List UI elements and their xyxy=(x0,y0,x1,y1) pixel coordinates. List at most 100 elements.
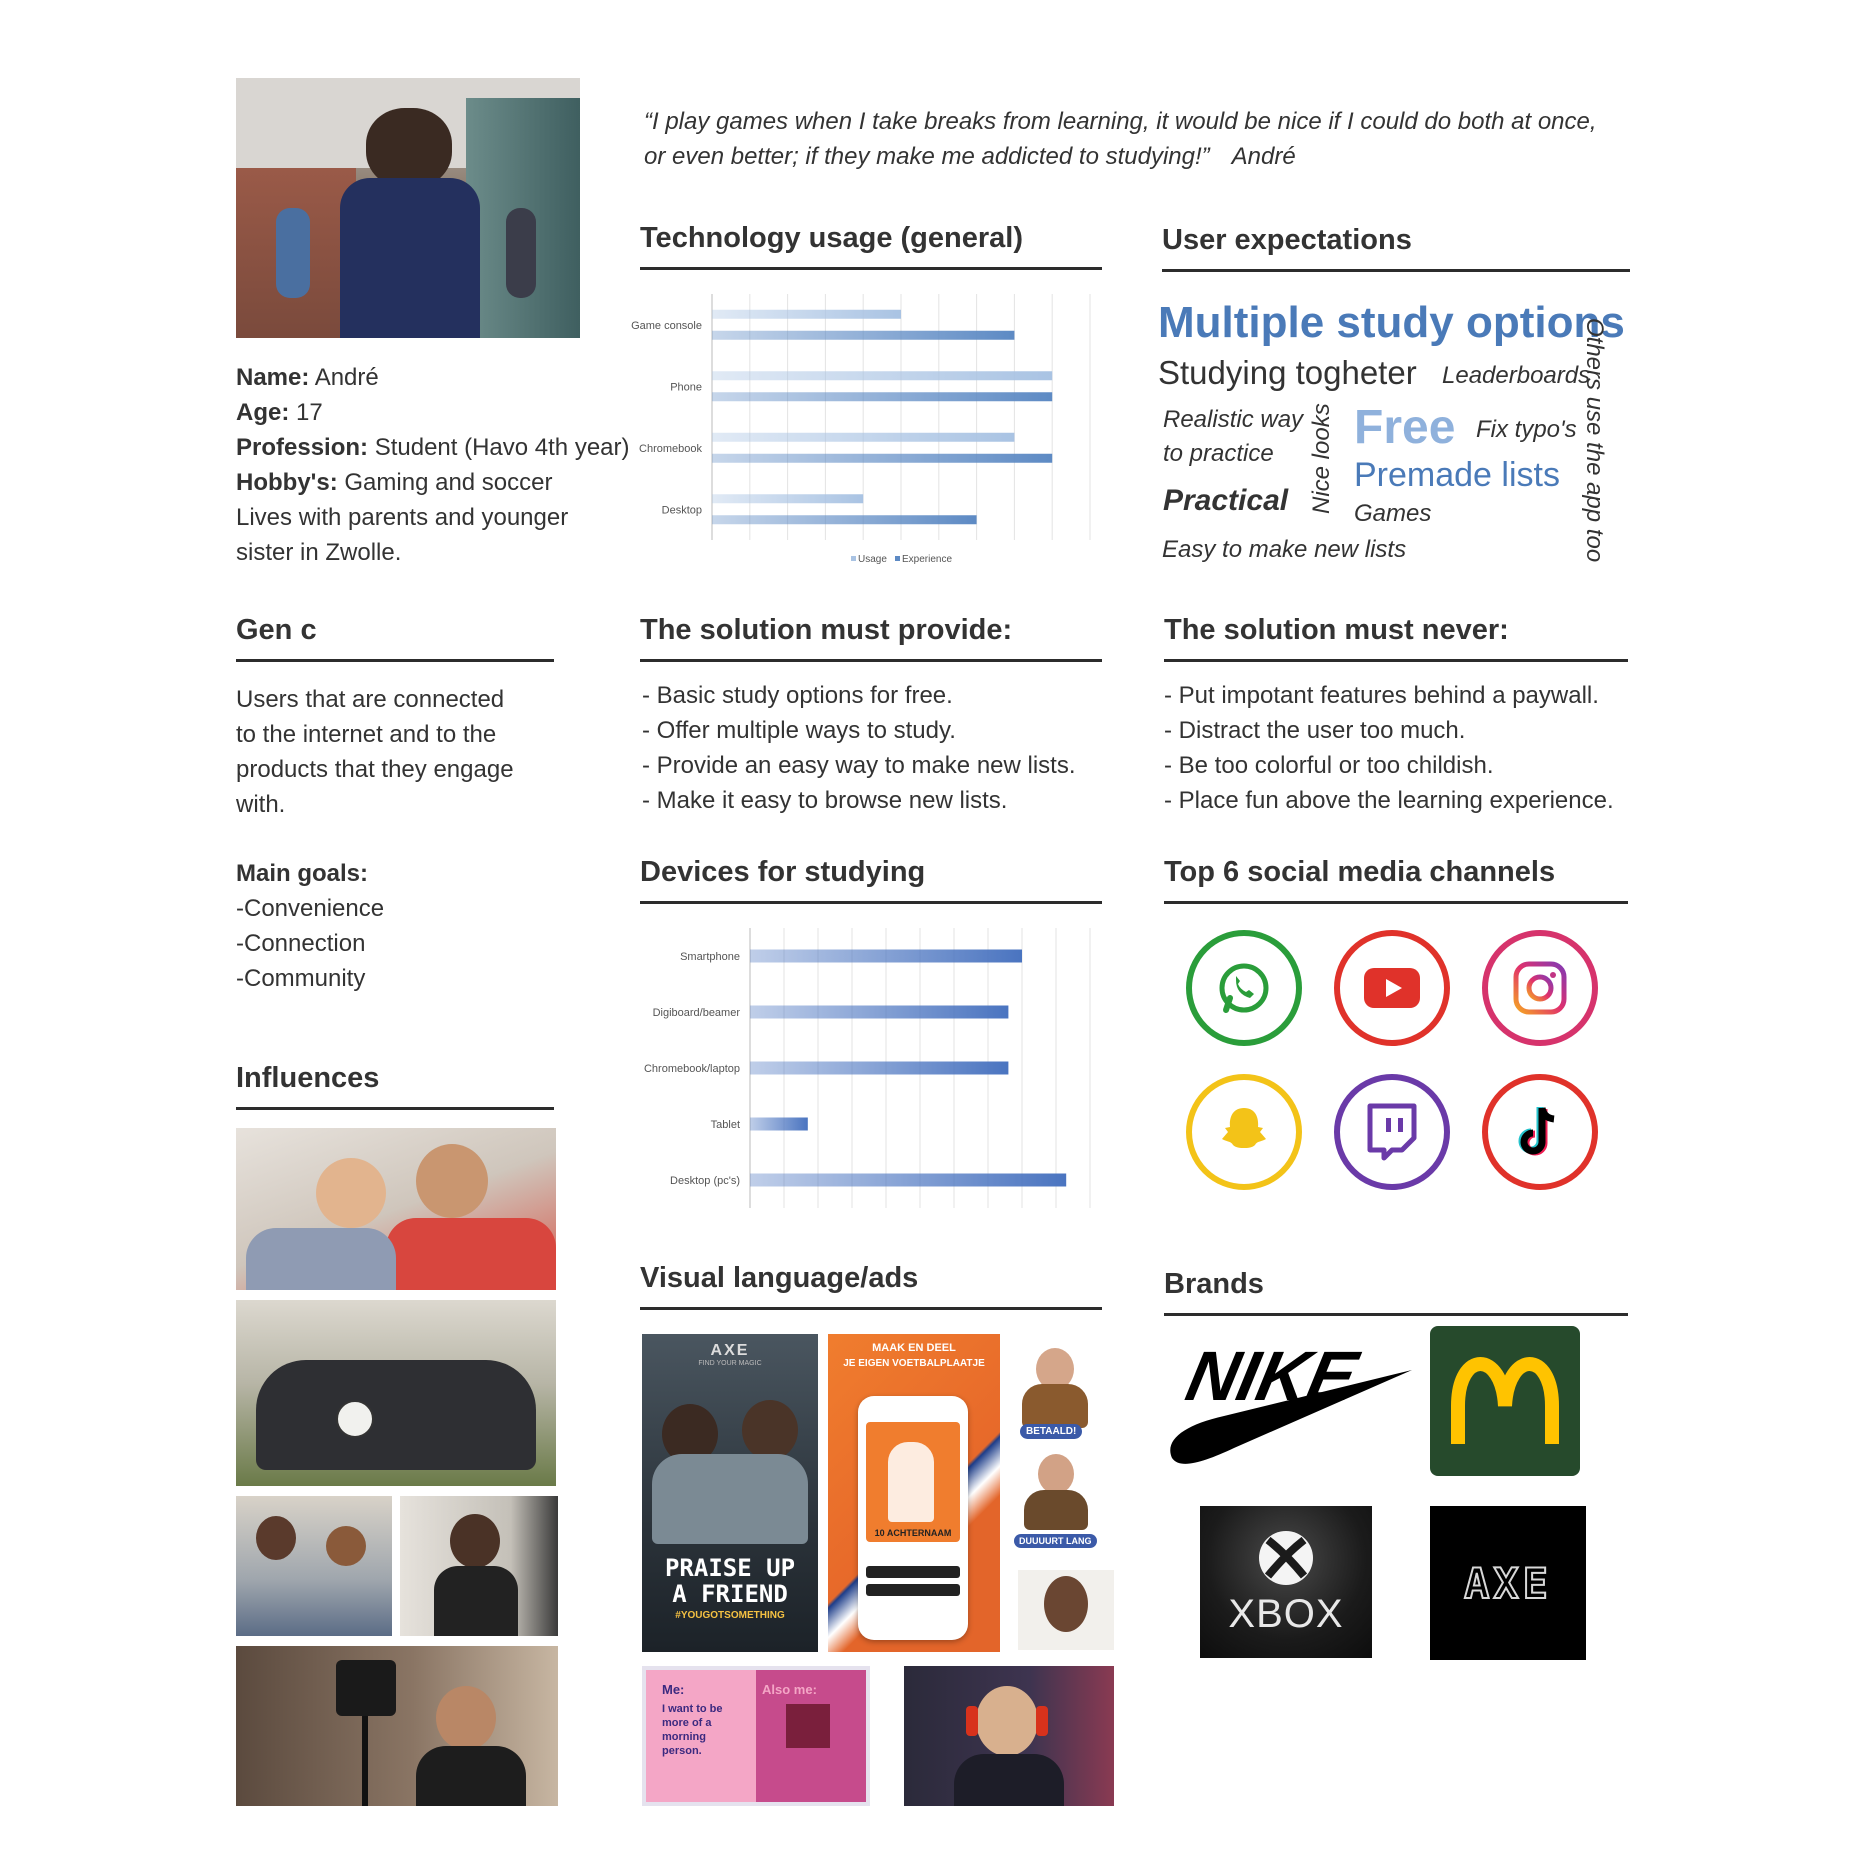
word-nice-looks: Nice looks xyxy=(1308,403,1335,514)
ad-spotify-also: Also me: xyxy=(762,1682,817,1697)
instagram-icon xyxy=(1482,930,1598,1046)
must-never-list: - Put impotant features behind a paywall… xyxy=(1164,678,1614,818)
ad-sticker-duurt-label: DUUUURT LANG xyxy=(1014,1534,1097,1548)
word-studying-together: Studying togheter xyxy=(1158,354,1417,391)
list-item: - Offer multiple ways to study. xyxy=(642,717,956,744)
heading-devices: Devices for studying xyxy=(640,856,1102,904)
ad-spotify-morning: Me: I want to be more of a morning perso… xyxy=(642,1666,870,1806)
bar xyxy=(712,330,1015,340)
whatsapp-icon xyxy=(1186,930,1302,1046)
brand-axe-wordmark: AXE xyxy=(1463,1558,1552,1609)
brand-nike-logo: NIKE xyxy=(1164,1330,1414,1480)
ad-sticker-duurt-lang: DUUUURT LANG xyxy=(1008,1450,1102,1554)
influence-photo-friends-reading xyxy=(236,1496,392,1636)
tick-label: Tablet xyxy=(711,1119,740,1131)
gen-c-line: products that they engage xyxy=(236,756,514,783)
ad-axe-logo: AXE xyxy=(710,1342,750,1359)
tiktok-icon xyxy=(1482,1074,1598,1190)
bar xyxy=(750,1061,1009,1075)
heading-social: Top 6 social media channels xyxy=(1164,856,1628,904)
gen-c-line: with. xyxy=(236,791,286,818)
bar xyxy=(750,1117,808,1131)
ad-knvb-voetbalplaatje: MAAK EN DEEL JE EIGEN VOETBALPLAATJE 10 … xyxy=(828,1334,1000,1652)
devices-chart: Smartphone Digiboard/beamer Chromebook/lap… xyxy=(644,928,1091,1208)
xbox-sphere-icon xyxy=(1259,1530,1313,1585)
word-others-use-app: Others use the app too xyxy=(1581,318,1608,563)
bar xyxy=(750,1005,1009,1019)
ad-knvb-card-label: 10 ACHTERNAAM xyxy=(874,1528,952,1538)
brand-xbox-wordmark: XBOX xyxy=(1228,1591,1344,1636)
bar xyxy=(712,371,1053,381)
persona-age-row: Age: 17 xyxy=(236,395,616,430)
persona-photo xyxy=(236,78,580,338)
age-value: 17 xyxy=(296,399,323,426)
quote-line1: “I play games when I take breaks from le… xyxy=(644,108,1597,135)
list-item: - Be too colorful or too childish. xyxy=(1164,752,1494,779)
ad-knvb-line1: MAAK EN DEEL xyxy=(872,1342,956,1354)
persona-hobbies-row: Hobby's: Gaming and soccer xyxy=(236,465,616,500)
age-label: Age: xyxy=(236,399,290,426)
hobbies-label: Hobby's: xyxy=(236,469,338,496)
ad-axe-praise: AXE FIND YOUR MAGIC PRAISE UP A FRIEND #… xyxy=(642,1334,818,1652)
ad-knvb-line2: JE EIGEN VOETBALPLAATJE xyxy=(843,1358,985,1369)
hobbies-value: Gaming and soccer xyxy=(344,469,553,496)
gen-c-line: to the internet and to the xyxy=(236,721,497,748)
bar xyxy=(712,309,901,319)
ad-axe-headline-2: A FRIEND xyxy=(672,1580,788,1608)
ad-axe-tag: FIND YOUR MAGIC xyxy=(698,1360,762,1367)
brand-axe-logo: AXE xyxy=(1430,1506,1586,1660)
ad-sticker-betaald: BETAALD! xyxy=(1008,1344,1102,1448)
goal-item: -Connection xyxy=(236,930,366,957)
persona-lives-line1: Lives with parents and younger xyxy=(236,504,569,531)
word-fix-typos: Fix typo's xyxy=(1476,416,1577,443)
heading-brands: Brands xyxy=(1164,1268,1628,1316)
legend-swatch xyxy=(895,556,900,561)
word-leaderboards: Leaderboards xyxy=(1442,362,1591,389)
snapchat-icon xyxy=(1186,1074,1302,1190)
heading-tech-usage: Technology usage (general) xyxy=(640,222,1102,270)
ad-sticker-betaald-label: BETAALD! xyxy=(1020,1424,1083,1439)
ad-youtuber-headset xyxy=(904,1666,1114,1806)
brand-nike-wordmark: NIKE xyxy=(1180,1337,1366,1415)
profession-value: Student (Havo 4th year) xyxy=(374,434,630,461)
word-multiple-study-options: Multiple study options xyxy=(1158,298,1625,347)
word-easy-new-lists: Easy to make new lists xyxy=(1162,536,1407,563)
ad-axe-headline-1: PRAISE UP xyxy=(664,1554,796,1582)
goal-item: -Convenience xyxy=(236,895,385,922)
tick-label: Desktop (pc's) xyxy=(670,1175,740,1187)
persona-quote: “I play games when I take breaks from le… xyxy=(644,104,1597,174)
legend-label: Experience xyxy=(902,554,952,565)
persona-lives-line2: sister in Zwolle. xyxy=(236,539,402,566)
heading-gen-c: Gen c xyxy=(236,614,554,662)
word-realistic-way: Realistic way xyxy=(1163,406,1304,433)
influence-photo-soccer-group xyxy=(236,1300,556,1486)
tick-label: Desktop xyxy=(662,504,702,516)
main-goals-title: Main goals: xyxy=(236,860,369,887)
persona-profession-row: Profession: Student (Havo 4th year) xyxy=(236,430,630,465)
list-item: - Place fun above the learning experienc… xyxy=(1164,787,1614,814)
bar xyxy=(712,494,864,504)
list-item: - Provide an easy way to make new lists. xyxy=(642,752,1076,779)
tick-label: Chromebook xyxy=(639,443,702,455)
list-item: - Distract the user too much. xyxy=(1164,717,1466,744)
brand-mcdonalds-logo xyxy=(1430,1326,1580,1476)
heading-influences: Influences xyxy=(236,1062,554,1110)
profession-label: Profession: xyxy=(236,434,369,461)
bar xyxy=(712,453,1053,463)
name-label: Name: xyxy=(236,364,310,391)
tick-label: Digiboard/beamer xyxy=(653,1007,741,1019)
gen-c-line: Users that are connected xyxy=(236,686,505,713)
word-to-practice: to practice xyxy=(1163,440,1274,467)
heading-user-expectations: User expectations xyxy=(1162,224,1630,272)
persona-details: Name: André Age: 17 Profession: Student … xyxy=(236,360,630,570)
goal-item: -Community xyxy=(236,965,366,992)
legend-swatch xyxy=(851,556,856,561)
mcdonalds-arches-icon xyxy=(1451,1357,1559,1444)
twitch-icon xyxy=(1334,1074,1450,1190)
heading-must-provide: The solution must provide: xyxy=(640,614,1102,662)
bar xyxy=(712,392,1053,402)
heading-visual: Visual language/ads xyxy=(640,1262,1102,1310)
tick-label: Chromebook/laptop xyxy=(644,1063,740,1075)
word-premade-lists: Premade lists xyxy=(1354,456,1560,494)
ad-axe-hashtag: #YOUGOTSOMETHING xyxy=(675,1610,785,1621)
